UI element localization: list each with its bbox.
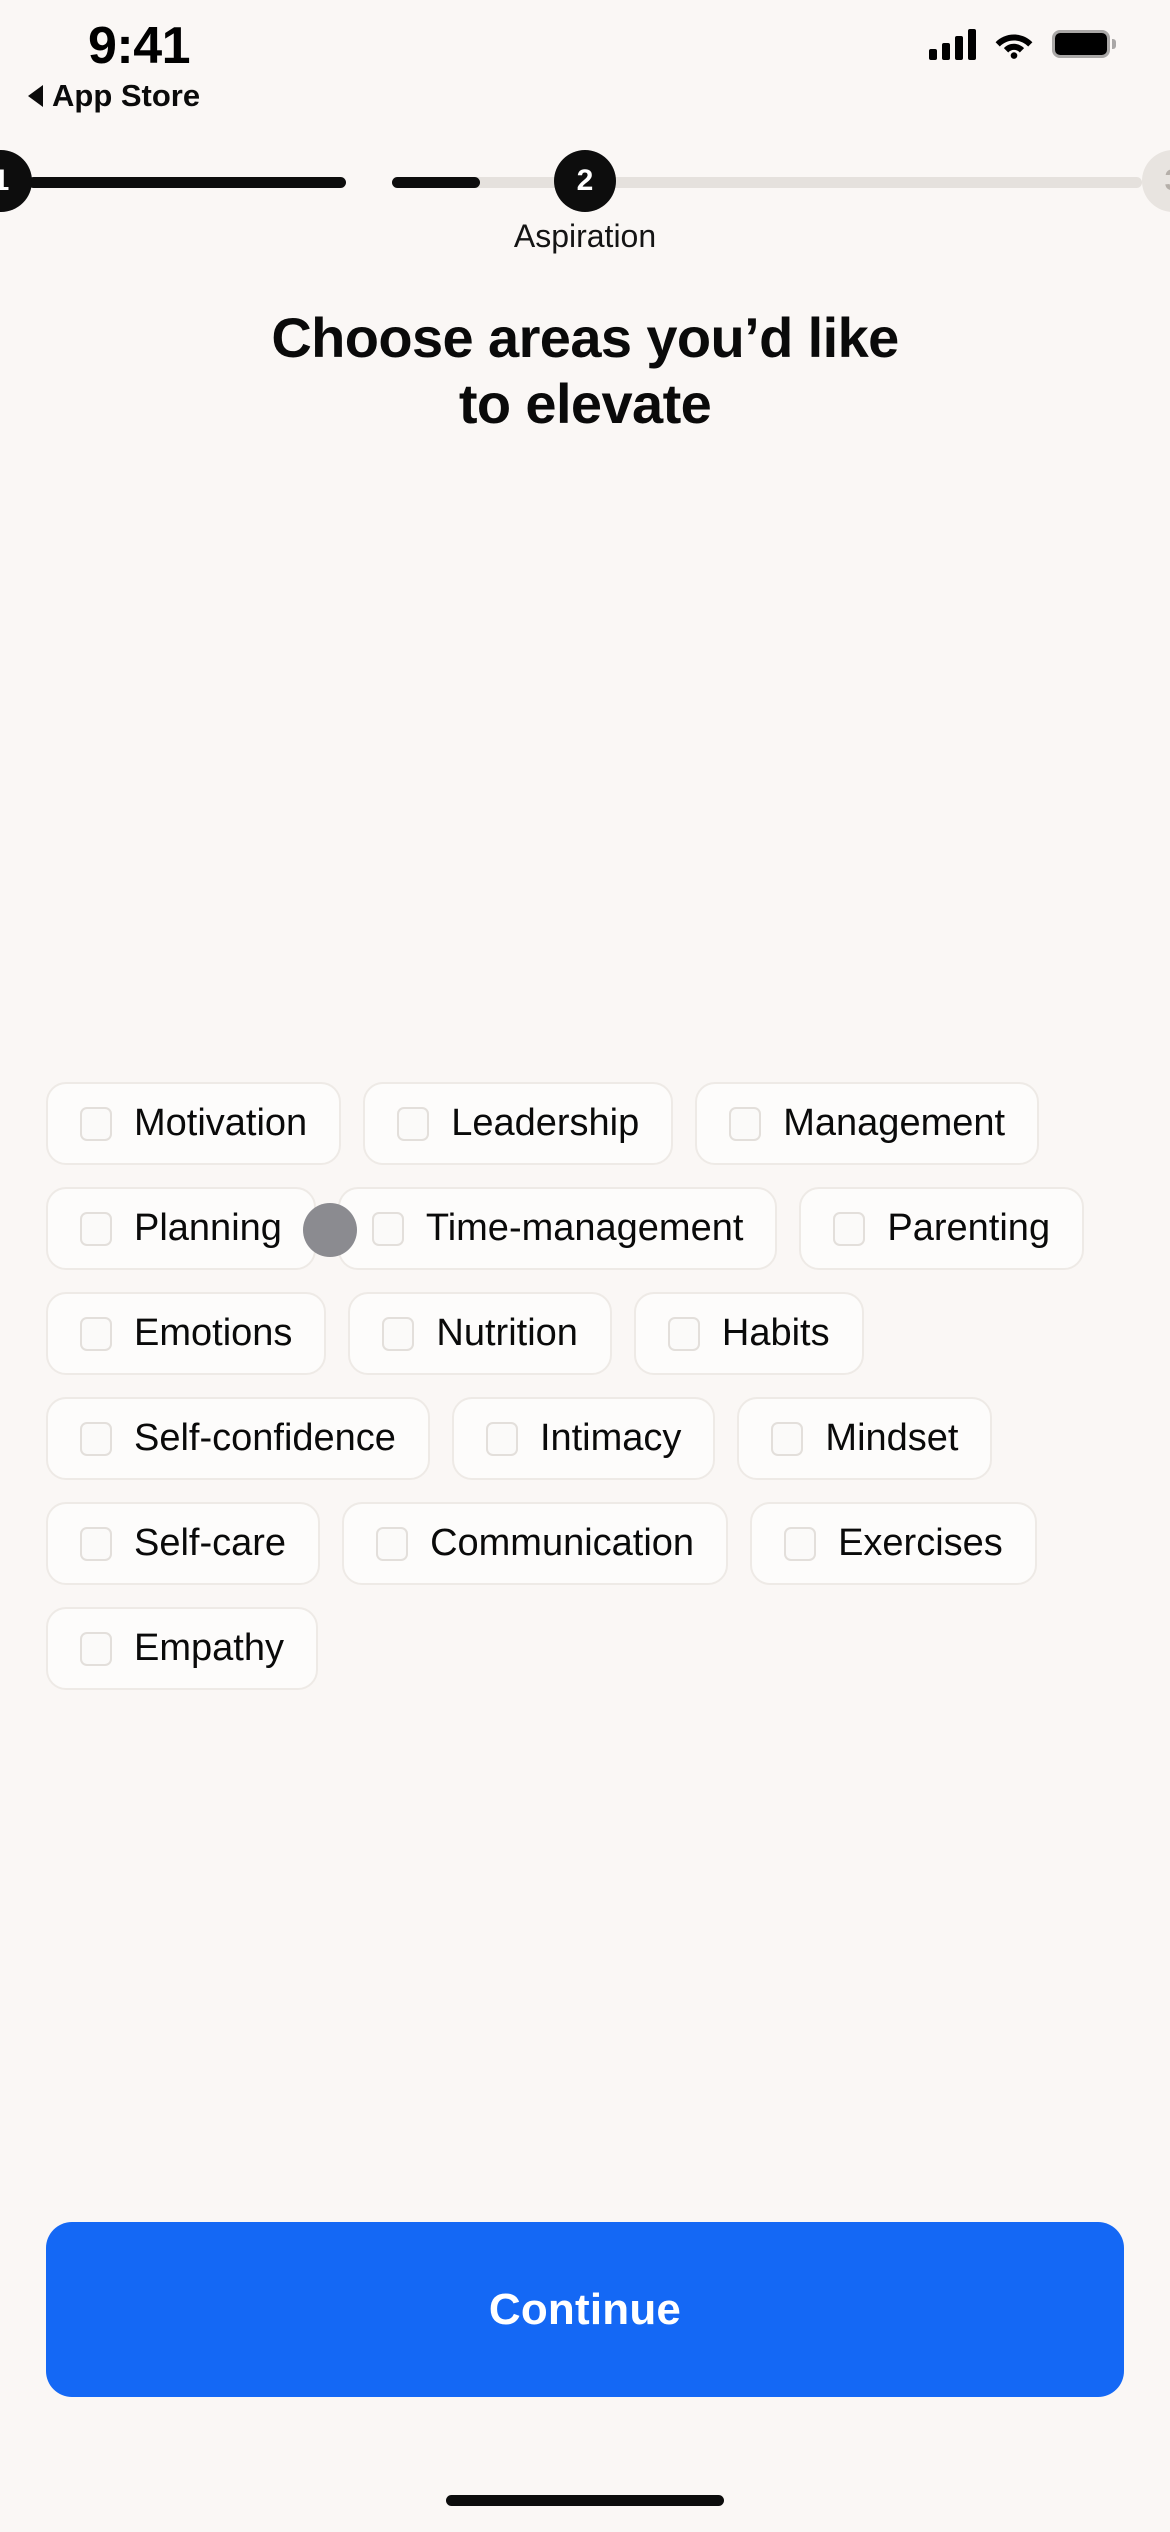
checkbox-icon[interactable] [667, 1316, 700, 1351]
stepper-segment-2-fill [392, 177, 480, 188]
area-chip-label: Empathy [134, 1627, 284, 1669]
area-chip-label: Planning [134, 1207, 282, 1249]
battery-full-icon [1052, 30, 1116, 58]
checkbox-icon[interactable] [729, 1106, 762, 1141]
checkbox-icon[interactable] [485, 1421, 518, 1456]
area-chip-label: Leadership [451, 1102, 640, 1144]
stepper-node-3-number: 3 [1165, 164, 1170, 198]
back-to-app-store-link[interactable]: App Store [28, 78, 200, 114]
area-chip-label: Habits [721, 1312, 830, 1354]
back-link-label: App Store [52, 78, 201, 113]
stepper-node-2-number: 2 [576, 164, 594, 197]
back-triangle-icon [28, 85, 43, 107]
signal-bars-icon [929, 28, 976, 60]
area-chip[interactable]: Empathy [46, 1607, 318, 1690]
area-chip[interactable]: Nutrition [348, 1292, 612, 1375]
area-chip[interactable]: Intimacy [451, 1397, 716, 1480]
area-chip[interactable]: Time-management [337, 1187, 778, 1270]
area-chip-label: Intimacy [539, 1417, 682, 1459]
area-chip-label: Nutrition [436, 1312, 578, 1354]
area-chip[interactable]: Mindset [737, 1397, 993, 1480]
checkbox-icon[interactable] [371, 1211, 404, 1246]
status-bar-time: 9:41 [88, 17, 191, 75]
checkbox-icon[interactable] [376, 1526, 409, 1561]
area-chip[interactable]: Self-confidence [46, 1397, 430, 1480]
stepper-step-label: Aspiration [513, 218, 657, 254]
area-chip-label: Communication [430, 1522, 695, 1564]
area-chip-label: Time-management [425, 1207, 744, 1249]
area-chip[interactable]: Exercises [750, 1502, 1037, 1585]
area-chip-label: Exercises [838, 1522, 1003, 1564]
area-chip-label: Self-care [134, 1522, 287, 1564]
home-indicator[interactable] [446, 2495, 724, 2506]
area-chip[interactable]: Self-care [46, 1502, 321, 1585]
stepper-segment-1 [28, 177, 346, 188]
onboarding-stepper: 1 2 3 [0, 150, 1170, 212]
touch-pointer-icon [303, 1203, 357, 1257]
area-chip[interactable]: Habits [633, 1292, 864, 1375]
stepper-node-1-number: 1 [0, 164, 10, 197]
checkbox-icon[interactable] [80, 1631, 112, 1666]
area-chip-label: Management [783, 1102, 1006, 1144]
stepper-node-3[interactable]: 3 [1142, 150, 1170, 212]
area-chip-grid: Motivation Leadership Management Planning Ti… [46, 1082, 1136, 1690]
checkbox-icon[interactable] [784, 1526, 817, 1561]
checkbox-icon[interactable] [80, 1106, 112, 1141]
area-chip[interactable]: Planning [46, 1187, 316, 1270]
page-title-line-2: to elevate [458, 371, 712, 435]
area-chip-label: Motivation [134, 1102, 308, 1144]
page-title-line-1: Choose areas you’d like [271, 306, 899, 369]
area-chip-label: Mindset [825, 1417, 959, 1459]
continue-button[interactable]: Continue [46, 2222, 1124, 2397]
area-chip-label: Parenting [887, 1207, 1051, 1249]
status-bar-indicators [929, 28, 1116, 60]
area-chip[interactable]: Emotions [46, 1292, 327, 1375]
area-chip[interactable]: Communication [342, 1502, 729, 1585]
area-chip[interactable]: Leadership [363, 1082, 674, 1165]
area-chip-label: Self-confidence [134, 1417, 396, 1459]
area-chip[interactable]: Management [695, 1082, 1040, 1165]
checkbox-icon[interactable] [80, 1316, 112, 1351]
checkbox-icon[interactable] [771, 1421, 804, 1456]
checkbox-icon[interactable] [382, 1316, 415, 1351]
area-chip[interactable]: Parenting [799, 1187, 1085, 1270]
checkbox-icon[interactable] [80, 1421, 112, 1456]
stepper-segment-2-empty [392, 177, 1142, 188]
wifi-icon [994, 29, 1034, 59]
area-chip[interactable]: Motivation [46, 1082, 342, 1165]
checkbox-icon[interactable] [397, 1106, 430, 1141]
area-chip-label: Emotions [134, 1312, 293, 1354]
checkbox-icon[interactable] [80, 1526, 112, 1561]
continue-button-label: Continue [488, 2284, 682, 2334]
stepper-node-1[interactable]: 1 [0, 150, 32, 212]
checkbox-icon[interactable] [833, 1211, 866, 1246]
checkbox-icon[interactable] [80, 1211, 112, 1246]
stepper-node-2[interactable]: 2 [554, 150, 616, 212]
app-screen: 9:41 App Store 1 2 Aspiration Choose are… [0, 0, 1170, 2532]
page-title: Choose areas you’d like to elevate [0, 305, 1170, 436]
